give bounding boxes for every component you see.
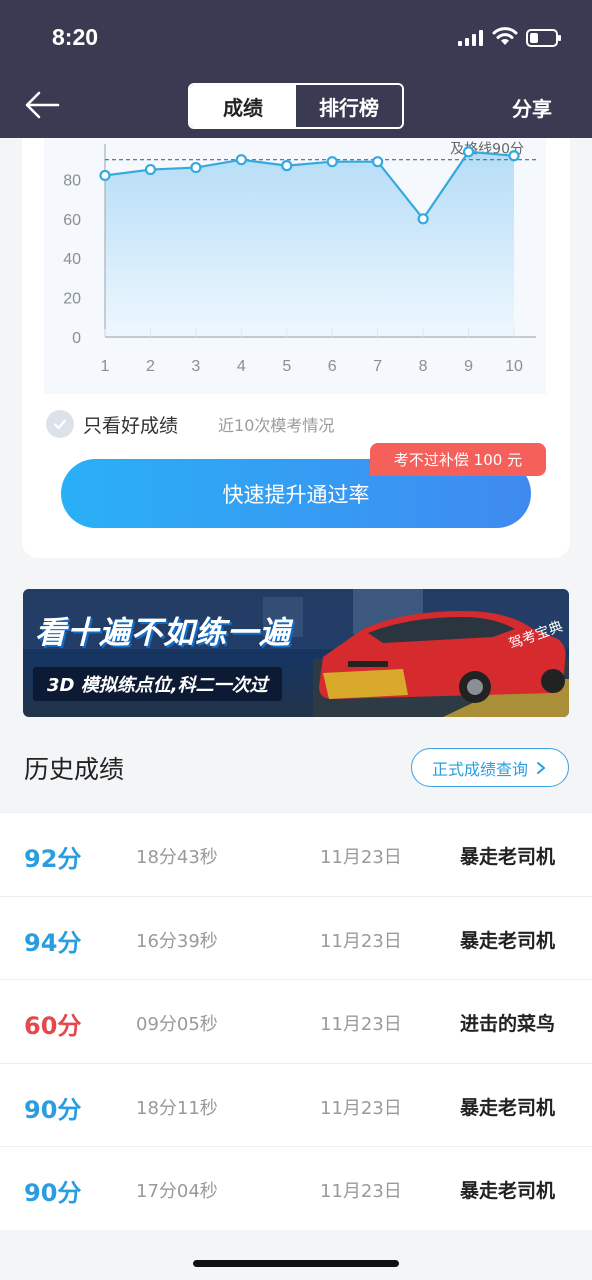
y-tick-label: 40 [63,251,81,268]
banner-subline: 3D 模拟练点位,科二一次过 [33,667,282,701]
history-title: 历史成绩 [24,755,125,784]
x-tick-label: 3 [191,358,200,375]
score-point [326,156,338,168]
compensation-badge: 考不过补偿 100 元 [370,443,546,476]
score-point [190,161,202,174]
official-score-query-button[interactable]: 正式成绩查询 [411,748,569,787]
tab-leaderboard[interactable]: 排行榜 [296,85,402,127]
back-arrow-icon[interactable] [24,90,60,120]
history-row[interactable]: 90分 17分04秒 11月23日 暴走老司机 [0,1146,592,1230]
row-duration: 17分04秒 [136,1181,218,1202]
history-row[interactable]: 92分 18分43秒 11月23日 暴走老司机 [0,812,592,896]
chart-area-fill [105,151,514,337]
row-score: 90分 [24,1179,82,1207]
x-tick-label: 4 [237,358,246,375]
filter-subtitle: 近10次模考情况 [218,416,335,435]
row-score: 60分 [24,1012,82,1040]
row-level: 暴走老司机 [460,846,556,868]
check-circle-icon[interactable] [46,410,74,438]
score-point [462,146,475,158]
score-point [508,150,520,162]
y-tick-label: 60 [63,212,81,229]
segmented-control: 成绩 排行榜 [188,83,404,129]
row-date: 11月23日 [320,1014,402,1035]
score-point [281,160,293,172]
x-tick-label: 8 [419,358,428,375]
row-date: 11月23日 [320,1181,402,1202]
score-point [144,163,157,176]
row-score: 90分 [24,1095,82,1124]
history-list: 92分 18分43秒 11月23日 暴走老司机 94分 16分39秒 11月23… [0,812,592,1230]
promo-banner[interactable]: 驾考宝典 看十遍不如练一遍 3D 模拟练点位,科二一次过 [23,589,569,717]
score-point [417,213,429,225]
row-level: 暴走老司机 [460,1180,556,1202]
score-point [372,156,384,168]
history-row[interactable]: 90分 18分11秒 11月23日 暴走老司机 [0,1062,592,1146]
row-score: 92分 [24,845,82,873]
row-duration: 18分43秒 [136,847,218,868]
y-tick-label: 20 [63,291,81,308]
good-scores-filter[interactable]: 只看好成绩 近10次模考情况 [46,408,334,440]
status-bar: 8:20 [0,0,592,72]
row-date: 11月23日 [320,847,402,868]
row-level: 暴走老司机 [460,1096,556,1119]
official-score-query-label: 正式成绩查询 [431,759,528,779]
x-tick-label: 1 [101,358,110,375]
y-tick-label: 0 [72,330,81,347]
score-point [235,154,247,166]
battery-icon [526,29,561,47]
x-tick-label: 2 [146,358,155,375]
home-indicator [193,1260,399,1267]
chevron-right-icon [537,761,545,774]
row-duration: 16分39秒 [136,930,218,952]
status-time: 8:20 [52,24,99,50]
x-tick-label: 9 [464,358,473,375]
score-trend-chart: 及格线90分0204060801 2 3 4 5 6 7 8 9 10 [44,138,546,394]
history-row[interactable]: 94分 16分39秒 11月23日 暴走老司机 [0,895,592,979]
filter-label: 只看好成绩 [83,414,179,437]
row-level: 暴走老司机 [460,929,556,952]
row-date: 11月23日 [320,1097,402,1119]
x-tick-label: 10 [505,358,523,375]
x-tick-label: 6 [328,358,337,375]
row-level: 进击的菜鸟 [460,1013,556,1035]
banner-headline: 看十遍不如练一遍 [35,615,291,651]
wifi-icon [492,27,518,45]
cellular-signal-icon [458,30,483,46]
row-score: 94分 [24,928,82,957]
tab-scores[interactable]: 成绩 [190,85,296,127]
history-row[interactable]: 60分 09分05秒 11月23日 进击的菜鸟 [0,979,592,1063]
share-button[interactable]: 分享 [512,93,552,122]
y-tick-label: 80 [63,172,81,189]
top-header: 8:20 成绩 排行榜 分享 [0,0,592,138]
row-duration: 18分11秒 [136,1097,218,1119]
score-point [99,169,111,182]
x-tick-label: 7 [373,358,382,375]
row-duration: 09分05秒 [136,1014,218,1035]
x-tick-label: 5 [282,358,291,375]
row-date: 11月23日 [320,930,402,952]
